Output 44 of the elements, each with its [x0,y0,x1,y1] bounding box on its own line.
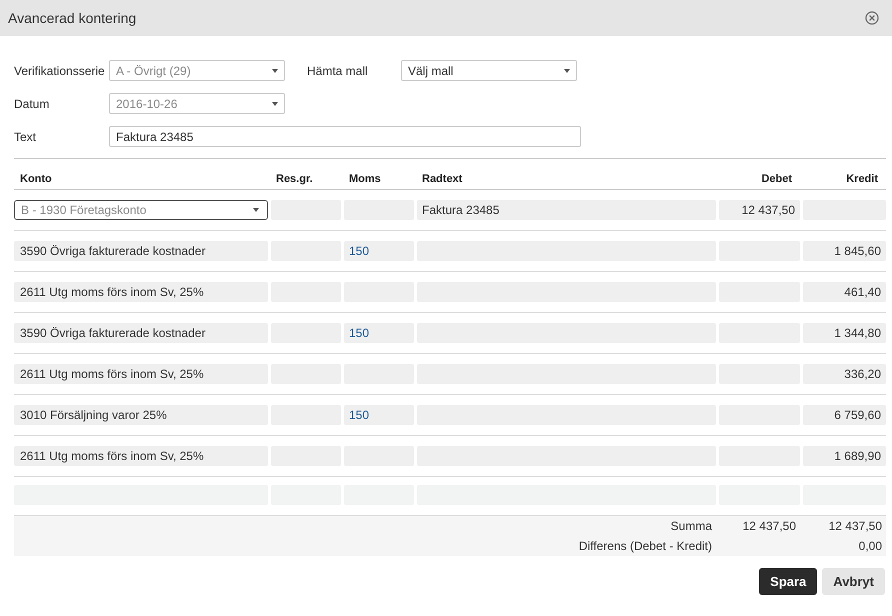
table-cell: 3590 Övriga fakturerade kostnader [14,323,268,343]
field-label: Datum [14,96,50,110]
select-field: 2016-10-26 [109,93,285,114]
table-cell: 12 437,50 [719,200,800,220]
table-cell: 3010 Försäljning varor 25% [14,405,268,425]
table-cell: 6 759,60 [803,405,886,425]
table-cell: 2611 Utg moms förs inom Sv, 25% [14,282,268,302]
caret-icon [253,208,259,212]
table-cell: 150 [344,241,414,261]
table-cell: 2611 Utg moms förs inom Sv, 25% [14,446,268,466]
caret-icon [272,102,278,106]
caret-icon [564,68,570,72]
table-cell: 1 845,60 [803,241,886,261]
table-cell: 1 689,90 [803,446,886,466]
field-label: Hämta mall [307,64,369,78]
column-header: Radtext [421,173,464,185]
column-header: Konto [19,173,53,185]
table-cell: 2611 Utg moms förs inom Sv, 25% [14,364,268,384]
column-header: Kredit [845,173,879,185]
total-label: Summa [670,519,713,533]
column-header: Moms [348,173,382,185]
field-label: Verifikationsserie [14,64,106,78]
table-cell: 150 [344,323,414,343]
table-cell: 3590 Övriga fakturerade kostnader [14,241,268,261]
table-cell: 461,40 [803,282,886,302]
text-input[interactable]: Faktura 23485 [109,126,581,147]
select-field: A - Övrigt (29) [109,60,285,81]
column-header: Debet [760,173,793,185]
column-header: Res.gr. [275,173,314,185]
caret-icon [272,68,278,72]
select-field[interactable]: Välj mall [401,60,577,81]
table-cell: Faktura 23485 [417,200,716,220]
field-label: Text [14,130,38,144]
table-cell: 336,20 [803,364,886,384]
total-value: 12 437,50 [828,519,882,533]
table-cell: 150 [344,405,414,425]
cancel-button[interactable]: Avbryt [822,568,885,595]
save-button[interactable]: Spara [759,568,818,595]
window-title: Avancerad kontering [8,10,136,26]
table-cell: 1 344,80 [803,323,886,343]
total-label: Differens (Debet - Kredit) [578,539,713,553]
close-icon[interactable] [865,11,879,25]
total-value: 12 437,50 [742,519,796,533]
total-value: 0,00 [858,539,882,553]
